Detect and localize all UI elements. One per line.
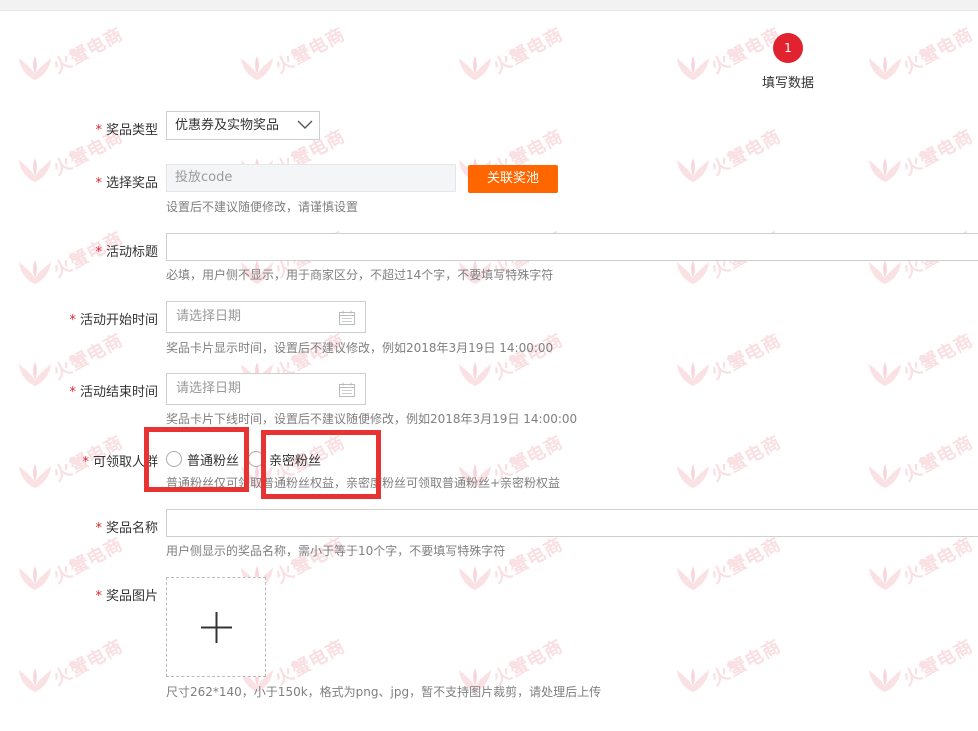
- prize-type-select[interactable]: 优惠券及实物奖品: [166, 111, 320, 140]
- required-mark: *: [69, 385, 76, 400]
- activity-title-input[interactable]: [166, 233, 978, 261]
- top-bar: [0, 0, 978, 11]
- required-mark: *: [95, 176, 102, 191]
- watermark-text: 火蟹电商: [899, 23, 977, 79]
- start-time-hint: 奖品卡片显示时间，设置后不建议修改，例如2018年3月19日 14:00:00: [166, 341, 554, 355]
- watermark-text: 火蟹电商: [707, 125, 785, 181]
- link-prize-pool-button[interactable]: 关联奖池: [468, 165, 558, 193]
- step-indicator: 1 填写数据: [753, 33, 823, 91]
- prize-image-label: * 奖品图片: [95, 589, 158, 604]
- start-time-label: * 活动开始时间: [69, 313, 158, 328]
- end-time-label: * 活动结束时间: [69, 385, 158, 400]
- watermark-text: 火蟹电商: [489, 329, 567, 385]
- required-mark: *: [95, 123, 102, 138]
- choose-prize-label: * 选择奖品: [95, 176, 158, 191]
- prize-image-hint: 尺寸262*140，小于150k，格式为png、jpg，暂不支持图片裁剪，请处理…: [166, 685, 602, 699]
- watermark-text: 火蟹电商: [271, 533, 349, 589]
- start-date-picker[interactable]: 请选择日期: [166, 301, 366, 333]
- watermark-text: 火蟹电商: [489, 23, 567, 79]
- step-number-badge: 1: [773, 33, 803, 63]
- watermark-text: 火蟹电商: [49, 635, 127, 691]
- image-upload-box[interactable]: [166, 577, 266, 677]
- watermark-text: 火蟹电商: [899, 431, 977, 487]
- highlight-box-close-fans: [261, 430, 381, 499]
- step-label: 填写数据: [761, 76, 814, 91]
- watermark-text: 火蟹电商: [899, 533, 977, 589]
- watermark-text: 火蟹电商: [899, 329, 977, 385]
- required-mark: *: [82, 455, 89, 470]
- watermark-text: 火蟹电商: [899, 635, 977, 691]
- prize-code-input[interactable]: 投放code: [166, 164, 456, 192]
- required-mark: *: [95, 589, 102, 604]
- required-mark: *: [95, 521, 102, 536]
- plus-icon: [201, 612, 232, 643]
- watermark-text: 火蟹电商: [49, 329, 127, 385]
- watermark-text: 火蟹电商: [271, 23, 349, 79]
- prize-code-placeholder: 投放code: [175, 170, 233, 185]
- watermark-text: 火蟹电商: [49, 23, 127, 79]
- start-date-placeholder: 请选择日期: [176, 309, 242, 324]
- choose-prize-hint: 设置后不建议随便修改，请谨慎设置: [166, 200, 359, 214]
- end-date-placeholder: 请选择日期: [176, 381, 242, 396]
- chevron-down-icon: [297, 120, 313, 129]
- prize-type-label: * 奖品类型: [95, 123, 158, 138]
- watermark-text: 火蟹电商: [707, 533, 785, 589]
- calendar-icon: [339, 382, 355, 397]
- watermark-text: 火蟹电商: [899, 125, 977, 181]
- end-date-picker[interactable]: 请选择日期: [166, 373, 366, 405]
- prize-name-label: * 奖品名称: [95, 521, 158, 536]
- watermark-text: 火蟹电商: [707, 431, 785, 487]
- watermark-text: 火蟹电商: [489, 533, 567, 589]
- watermark-text: 火蟹电商: [707, 329, 785, 385]
- end-time-hint: 奖品卡片下线时间，设置后不建议随便修改，例如2018年3月19日 14:00:0…: [166, 412, 578, 426]
- highlight-box-normal-fans: [144, 427, 249, 492]
- required-mark: *: [95, 245, 102, 260]
- prize-name-hint: 用户侧显示的奖品名称，需小于等于10个字，不要填写特殊字符: [166, 544, 506, 558]
- calendar-icon: [339, 310, 355, 325]
- watermark-text: 火蟹电商: [707, 635, 785, 691]
- watermark-text: 火蟹电商: [49, 533, 127, 589]
- required-mark: *: [69, 313, 76, 328]
- activity-title-hint: 必填，用户侧不显示，用于商家区分，不超过14个字，不要填写特殊字符: [166, 268, 554, 282]
- activity-title-label: * 活动标题: [95, 245, 158, 260]
- prize-name-input[interactable]: [166, 509, 978, 537]
- prize-type-value: 优惠券及实物奖品: [175, 118, 280, 133]
